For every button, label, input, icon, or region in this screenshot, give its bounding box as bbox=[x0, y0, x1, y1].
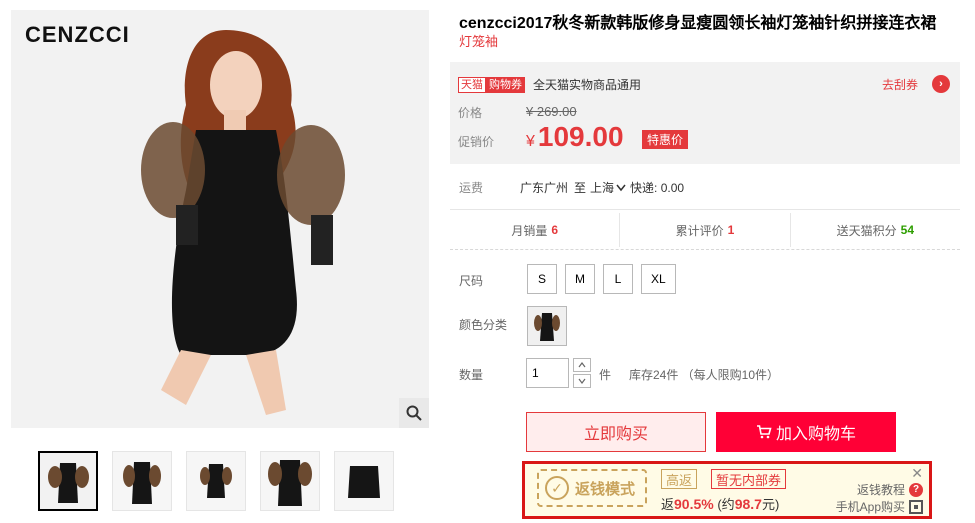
promo-price-value: 109.00 bbox=[537, 121, 624, 152]
product-title: cenzcci2017秋冬新款韩版修身显瘦圆领长袖灯笼袖针织拼接连衣裙 bbox=[459, 15, 937, 32]
color-thumbnail bbox=[528, 307, 566, 345]
check-icon: ✓ bbox=[545, 476, 569, 500]
brand-logo: CENZCCI bbox=[25, 22, 130, 47]
add-to-cart-button[interactable]: 加入购物车 bbox=[716, 412, 896, 452]
color-label: 颜色分类 bbox=[459, 318, 508, 332]
size-option-m[interactable]: M bbox=[565, 264, 595, 294]
sales-stats: 月销量 6 累计评价 1 送天猫积分 54 bbox=[450, 213, 960, 247]
size-options: S M L XL bbox=[527, 264, 676, 294]
qr-code-icon bbox=[909, 499, 923, 514]
stat-label: 送天猫积分 bbox=[836, 223, 897, 238]
chevron-right-icon: › bbox=[932, 75, 950, 93]
thumbnail[interactable] bbox=[186, 451, 246, 511]
chevron-down-icon bbox=[578, 378, 586, 384]
app-buy-link[interactable]: 手机App购买 bbox=[836, 498, 923, 515]
color-option[interactable] bbox=[527, 306, 567, 346]
rebate-approx-prefix: (约 bbox=[717, 497, 735, 512]
price-panel: 天猫 购物券 全天猫实物商品通用 去刮券 › 价格 ¥ 269.00 促销价 ¥… bbox=[450, 62, 960, 164]
coupon-description: 全天猫实物商品通用 bbox=[533, 78, 642, 92]
help-icon: ? bbox=[909, 482, 923, 497]
cart-icon bbox=[756, 425, 772, 439]
thumbnail[interactable] bbox=[260, 451, 320, 511]
stat-label: 累计评价 bbox=[675, 223, 724, 238]
get-coupon-link[interactable]: 去刮券 › bbox=[882, 75, 950, 93]
app-buy-label: 手机App购买 bbox=[835, 500, 905, 514]
shipping-fee: 快递: 0.00 bbox=[630, 181, 685, 195]
magnifier-icon bbox=[406, 405, 422, 421]
promo-badge: 特惠价 bbox=[642, 130, 689, 149]
size-option-l[interactable]: L bbox=[603, 264, 633, 294]
chevron-up-icon bbox=[578, 362, 586, 368]
stock-info: 库存24件 （每人限购10件） bbox=[629, 368, 780, 382]
currency-symbol: ¥ bbox=[526, 133, 535, 150]
close-icon[interactable]: ✕ bbox=[911, 465, 923, 482]
zoom-button[interactable] bbox=[399, 398, 429, 428]
price-label: 价格 bbox=[458, 106, 483, 120]
ship-to-city: 上海 bbox=[590, 181, 615, 195]
stat-value: 6 bbox=[551, 223, 559, 237]
ship-to-select[interactable]: 上海 bbox=[590, 179, 626, 196]
stat-label: 月销量 bbox=[511, 223, 548, 238]
ship-to-word: 至 bbox=[574, 181, 587, 195]
quantity-input[interactable] bbox=[526, 358, 569, 388]
quantity-label: 数量 bbox=[459, 368, 484, 382]
rebate-mode-stamp: ✓ 返钱模式 bbox=[537, 469, 647, 507]
coupon-row: 天猫 购物券 全天猫实物商品通用 bbox=[458, 76, 641, 93]
add-to-cart-label: 加入购物车 bbox=[775, 426, 856, 443]
buy-now-button[interactable]: 立即购买 bbox=[526, 412, 706, 452]
stat-value: 54 bbox=[900, 223, 914, 237]
chevron-down-icon bbox=[616, 184, 626, 191]
quantity-increase-button[interactable] bbox=[573, 358, 591, 372]
thumbnail[interactable] bbox=[38, 451, 98, 511]
size-option-xl[interactable]: XL bbox=[641, 264, 676, 294]
shipping-label: 运费 bbox=[459, 181, 484, 195]
rebate-tutorial-link[interactable]: 返钱教程 ? bbox=[857, 481, 923, 498]
model-illustration bbox=[11, 10, 429, 428]
rebate-rate: 90.5% bbox=[674, 496, 714, 512]
get-coupon-label: 去刮券 bbox=[881, 77, 918, 92]
rebate-prefix: 返 bbox=[661, 497, 675, 512]
high-rebate-tag: 高返 bbox=[661, 469, 698, 489]
stat-points: 送天猫积分 54 bbox=[791, 213, 960, 247]
stat-value: 1 bbox=[727, 223, 735, 237]
promo-price: ¥ 109.00 bbox=[526, 121, 624, 153]
main-product-image[interactable]: CENZCCI bbox=[11, 10, 429, 428]
product-subtitle: 灯笼袖 bbox=[459, 34, 499, 49]
ship-from: 广东广州 bbox=[520, 181, 569, 195]
rebate-widget: ✓ 返钱模式 高返 暂无内部券 返90.5% (约98.7元) ✕ 返钱教程 ?… bbox=[522, 461, 932, 519]
rebate-approx-suffix: 元) bbox=[761, 497, 780, 512]
shipping-row: 运费 广东广州 至 上海 快递: 0.00 bbox=[459, 179, 684, 196]
size-option-s[interactable]: S bbox=[527, 264, 557, 294]
divider bbox=[450, 249, 960, 250]
stat-monthly-sales: 月销量 6 bbox=[450, 213, 621, 247]
tmall-tag: 天猫 bbox=[458, 76, 486, 93]
thumbnail[interactable] bbox=[112, 451, 172, 511]
rebate-amount: 返90.5% (约98.7元) bbox=[661, 494, 779, 513]
no-coupon-tag: 暂无内部券 bbox=[711, 469, 787, 489]
divider bbox=[450, 209, 960, 210]
rebate-mode-label: 返钱模式 bbox=[575, 480, 636, 498]
stat-reviews[interactable]: 累计评价 1 bbox=[620, 213, 791, 247]
thumbnail-strip bbox=[38, 451, 394, 511]
size-label: 尺码 bbox=[459, 274, 484, 288]
quantity-unit: 件 bbox=[599, 368, 612, 382]
quantity-decrease-button[interactable] bbox=[573, 374, 591, 388]
thumbnail[interactable] bbox=[334, 451, 394, 511]
promo-price-label: 促销价 bbox=[458, 135, 495, 149]
shopping-coupon-tag: 购物券 bbox=[486, 76, 525, 93]
rebate-tutorial-label: 返钱教程 bbox=[856, 483, 905, 497]
rebate-value: 98.7 bbox=[734, 496, 762, 512]
original-price: ¥ 269.00 bbox=[526, 104, 577, 119]
